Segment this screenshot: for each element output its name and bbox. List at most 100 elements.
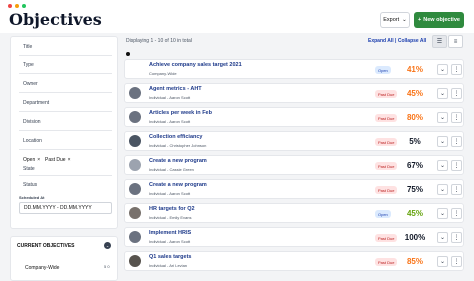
avatar [129,111,141,123]
expand-row-button[interactable]: ⌄ [437,184,448,195]
collapse-all-link[interactable]: Collapse All [398,38,426,44]
expand-row-button[interactable]: ⌄ [437,64,448,75]
progress-percent: 45% [406,89,423,98]
expand-collapse-controls: Expand All | Collapse All [368,38,426,44]
chevron-down-icon: ⌄ [439,211,446,217]
window-close-dot[interactable] [8,4,12,8]
divider [19,149,112,150]
chevron-down-icon[interactable]: ⌄ [104,242,111,249]
export-label: Export [383,17,400,23]
expand-row-button[interactable]: ⌄ [437,208,448,219]
state-chip-past-due[interactable]: Past Due × [45,157,71,163]
more-actions-button[interactable]: ⋮ [451,112,462,123]
company-wide-item[interactable]: Company-Wide [25,265,59,271]
date-range-input[interactable]: DD.MM.YYYY - DD.MM.YYYY [19,202,112,214]
expand-row-button[interactable]: ⌄ [437,256,448,267]
objective-row[interactable]: Create a new program Individual - Aaron S… [124,179,464,199]
expand-row-button[interactable]: ⌄ [437,136,448,147]
chevron-down-icon: ⌄ [439,259,446,265]
objective-title[interactable]: Agent metrics - AHT [149,86,202,92]
status-badge: Past Due [375,186,398,194]
objective-owner: Individual - Emily Evans [149,215,192,220]
objective-title[interactable]: Articles per week in Feb [149,110,212,116]
status-badge: Past Due [375,162,398,170]
expand-all-link[interactable]: Expand All [368,38,394,44]
more-actions-button[interactable]: ⋮ [451,256,462,267]
more-actions-button[interactable]: ⋮ [451,184,462,195]
new-objective-button[interactable]: + New objective [414,12,464,28]
more-vertical-icon: ⋮ [453,67,460,73]
more-actions-button[interactable]: ⋮ [451,208,462,219]
chevron-down-icon: ⌄ [439,115,446,121]
chevron-down-icon: ⌄ [439,187,446,193]
more-actions-button[interactable]: ⋮ [451,64,462,75]
filter-owner[interactable]: Owner [23,81,38,87]
objective-title[interactable]: Collection efficiancy [149,134,203,140]
list-view-icon: ☰ [436,39,443,45]
status-badge: Open [375,66,391,74]
filter-division[interactable]: Division [23,119,41,125]
filter-department[interactable]: Department [23,100,49,106]
progress-percent: 41% [406,65,423,74]
progress-percent: 100% [404,233,426,242]
objective-row[interactable]: HR targets for Q2 Individual - Emily Evan… [124,203,464,223]
expand-row-button[interactable]: ⌄ [437,232,448,243]
chevron-down-icon: ⌄ [439,235,446,241]
count-badge-value: 5 [104,264,107,269]
filter-type[interactable]: Type [23,62,34,68]
chevron-down-icon: ⌄ [439,139,446,145]
objective-row[interactable]: Implement HRIS Individual - Aaron Scott Pa… [124,227,464,247]
state-chip-open[interactable]: Open × [23,157,40,163]
close-icon[interactable]: × [68,157,71,163]
more-actions-button[interactable]: ⋮ [451,160,462,171]
list-view-toggle[interactable]: ☰ [432,35,447,48]
objective-owner: Individual - Ari Levian [149,263,188,268]
count-badge-value-2: 0 [107,264,110,269]
objective-row[interactable]: Collection efficiancy Individual - Christ… [124,131,464,151]
objective-title[interactable]: Create a new program [149,158,207,164]
grid-view-toggle[interactable]: ≡ [448,35,463,48]
divider [19,73,112,74]
objective-title[interactable]: HR targets for Q2 [149,206,195,212]
objective-row[interactable]: Achieve company sales target 2021 Company… [124,59,464,79]
objective-row[interactable]: Articles per week in Feb Individual - Aar… [124,107,464,127]
filters-panel: Title Type Owner Department Division Loc… [10,36,118,229]
filter-title[interactable]: Title [23,44,32,50]
more-vertical-icon: ⋮ [453,91,460,97]
objective-row[interactable]: Q1 sales targets Individual - Ari Levian P… [124,251,464,271]
expand-row-button[interactable]: ⌄ [437,112,448,123]
expand-row-button[interactable]: ⌄ [437,88,448,99]
filter-state[interactable]: State [23,166,35,172]
filter-status[interactable]: Status [23,182,37,188]
avatar [129,207,141,219]
export-button[interactable]: Export ⌄ [380,12,410,28]
avatar [129,255,141,267]
plus-icon: + [418,17,422,23]
window-controls [8,4,26,8]
expand-row-button[interactable]: ⌄ [437,160,448,171]
more-actions-button[interactable]: ⋮ [451,232,462,243]
objective-row[interactable]: Create a new program Individual - Cassie … [124,155,464,175]
avatar [129,231,141,243]
objective-owner: Individual - Aaron Scott [149,119,191,124]
objective-row[interactable]: Agent metrics - AHT Individual - Aaron Sc… [124,83,464,103]
objective-title[interactable]: Q1 sales targets [149,254,192,260]
window-minimize-dot[interactable] [15,4,19,8]
objective-title[interactable]: Create a new program [149,182,207,188]
more-actions-button[interactable]: ⋮ [451,136,462,147]
avatar [129,183,141,195]
filter-location[interactable]: Location [23,138,42,144]
objective-owner: Individual - Aaron Scott [149,239,191,244]
chevron-down-icon: ⌄ [402,17,407,23]
results-count: Displaying 1 - 10 of 10 in total [126,38,192,44]
status-badge: Past Due [375,114,398,122]
close-icon[interactable]: × [37,157,40,163]
status-badge: Past Due [375,138,398,146]
objective-owner: Company-Wide [149,71,177,76]
more-actions-button[interactable]: ⋮ [451,88,462,99]
lead-dot-icon [126,52,130,56]
objective-title[interactable]: Achieve company sales target 2021 [149,62,242,68]
objective-title[interactable]: Implement HRIS [149,230,191,236]
window-maximize-dot[interactable] [22,4,26,8]
chip-label: Open [23,157,36,163]
